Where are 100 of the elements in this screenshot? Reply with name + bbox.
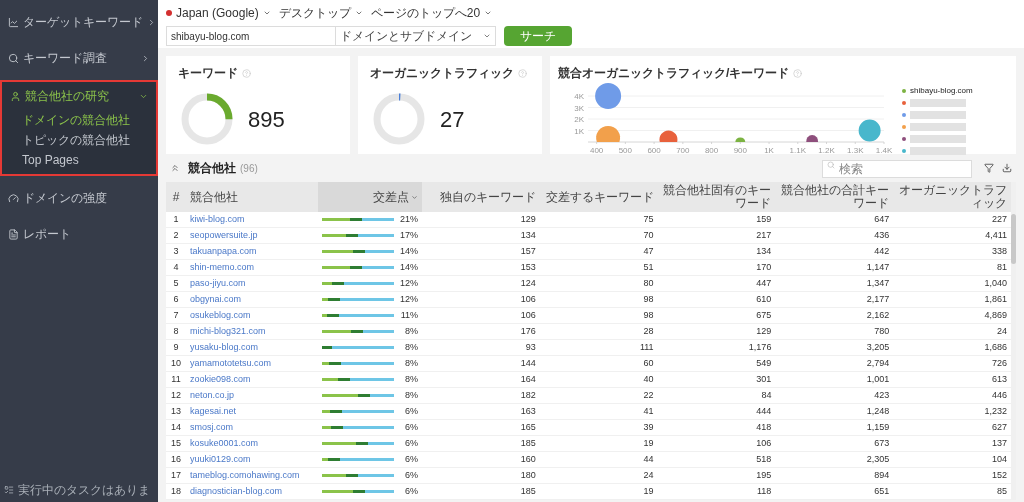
domain-link[interactable]: zookie098.com	[186, 372, 318, 387]
dropdown[interactable]: デスクトップ	[278, 4, 363, 22]
download-icon[interactable]	[1002, 163, 1012, 173]
sidebar-subitem[interactable]: ドメインの競合他社	[2, 110, 156, 130]
domain-link[interactable]: kiwi-blog.com	[186, 212, 318, 227]
search-field[interactable]: 検索	[822, 160, 972, 178]
overlap-bar	[322, 234, 394, 237]
overlap-percent: 6%	[405, 404, 418, 418]
blurred-label	[910, 146, 966, 155]
column-header[interactable]: 交差するキーワード	[539, 182, 658, 212]
table-cell-text: 93	[524, 340, 537, 354]
domain-link[interactable]: michi-blog321.com	[186, 324, 318, 339]
axis-label: 3K	[574, 103, 584, 113]
card-title: 競合オーガニックトラフィック/キーワード	[558, 65, 790, 82]
domain-link[interactable]: yusaku-blog.com	[186, 340, 318, 355]
sidebar-subitem[interactable]: Top Pages	[2, 150, 156, 170]
overlap-bar	[322, 362, 394, 365]
table-cell-text: 152	[990, 468, 1008, 482]
overlap-bar	[322, 250, 394, 253]
dropdown[interactable]: Japan (Google)	[166, 4, 271, 22]
caret-icon	[484, 9, 493, 17]
help-icon	[793, 68, 803, 78]
table-cell-text: 647	[873, 212, 891, 226]
domain-link[interactable]: neton.co.jp	[186, 388, 318, 403]
axis-label: 500	[618, 146, 633, 155]
column-header[interactable]: 競合他社の合計キーワード	[775, 182, 894, 212]
table-cell-text: 51	[642, 260, 655, 274]
overlap-bar	[322, 394, 394, 397]
domain-link[interactable]: takuanpapa.com	[186, 244, 318, 259]
overlap-percent: 12%	[400, 276, 418, 290]
domain-link[interactable]: kagesai.net	[186, 404, 318, 419]
legend-label: shibayu-blog.com	[910, 84, 973, 97]
row-number: 6	[172, 292, 180, 306]
table-cell-text: 41	[642, 404, 655, 418]
column-header[interactable]: オーガニックトラフィック	[893, 182, 1011, 212]
table-cell-text: 129	[519, 212, 537, 226]
domain-link[interactable]: smosj.com	[186, 420, 318, 435]
table-cell-text: 129	[755, 324, 773, 338]
row-number: 4	[172, 260, 180, 274]
row-number: 3	[172, 244, 180, 258]
axis-label: 1.3K	[847, 146, 864, 155]
collapse-icon[interactable]	[170, 163, 180, 173]
user-icon	[10, 90, 21, 102]
domain-link[interactable]: obgynai.com	[186, 292, 318, 307]
column-header[interactable]: 独自のキーワード	[422, 182, 540, 212]
sidebar-item[interactable]: ドメインの強度	[0, 184, 158, 212]
table-cell-text: 180	[519, 468, 537, 482]
table-cell-text: 75	[642, 212, 655, 226]
domain-link[interactable]: paso-jiyu.com	[186, 276, 318, 291]
sidebar-item[interactable]: キーワード調査	[0, 44, 158, 72]
domain-link[interactable]: osukeblog.com	[186, 308, 318, 323]
table-cell-text: 1,176	[747, 340, 773, 354]
column-header[interactable]: 競合他社	[186, 182, 318, 212]
table-cell-text: 1,001	[865, 372, 891, 386]
row-number: 18	[170, 484, 182, 498]
axis-label: 1K	[764, 146, 774, 155]
table-cell-text: 1,040	[983, 276, 1008, 290]
table-cell-text: 159	[755, 212, 773, 226]
table-cell-text: 217	[755, 228, 773, 242]
domain-link[interactable]: diagnostician-blog.com	[186, 484, 318, 499]
table-cell-text: 613	[990, 372, 1008, 386]
sidebar-item[interactable]: ターゲットキーワード	[0, 8, 158, 36]
table-cell-text: 163	[519, 404, 537, 418]
sidebar-subitem[interactable]: トピックの競合他社	[2, 130, 156, 150]
table-cell-text: 24	[642, 468, 655, 482]
row-number: 2	[172, 228, 180, 242]
column-header[interactable]: 交差点	[318, 182, 422, 212]
table-cell-text: 444	[755, 404, 773, 418]
row-number: 7	[172, 308, 180, 322]
domain-link[interactable]: shin-memo.com	[186, 260, 318, 275]
column-header[interactable]: #	[166, 182, 186, 212]
sidebar-item[interactable]: レポート	[0, 220, 158, 248]
table-cell-text: 185	[519, 484, 537, 498]
help-icon	[242, 68, 251, 78]
domain-link[interactable]: tameblog.comohawing.com	[186, 468, 318, 483]
table-cell-text: 60	[642, 356, 655, 370]
table-cell-text: 1,686	[983, 340, 1008, 354]
table-cell-text: 446	[990, 388, 1008, 402]
filter-icon[interactable]	[984, 163, 994, 173]
overlap-percent: 6%	[405, 436, 418, 450]
domain-link[interactable]: kosuke0001.com	[186, 436, 318, 451]
column-header[interactable]: 競合他社固有のキーワード	[657, 182, 776, 212]
axis-label: 1.1K	[789, 146, 806, 155]
axis-label: 900	[733, 146, 747, 155]
overlap-bar	[322, 426, 394, 429]
domain-link[interactable]: yuuki0129.com	[186, 452, 318, 467]
dropdown[interactable]: ページのトップへ20	[370, 4, 493, 22]
domain-link[interactable]: seopowersuite.jp	[186, 228, 318, 243]
bubble	[735, 137, 746, 142]
domain-link[interactable]: yamamototetsu.com	[186, 356, 318, 371]
sidebar-item[interactable]: 競合他社の研究	[2, 82, 156, 110]
table-cell-text: 28	[642, 324, 655, 338]
blurred-label	[910, 98, 966, 107]
axis-label: 2K	[574, 115, 584, 124]
task-status: 実行中のタスクはありま	[18, 482, 150, 499]
domain-field[interactable]: shibayu-blog.com	[166, 26, 336, 46]
table-cell-text: 780	[873, 324, 891, 338]
overlap-bar	[322, 442, 394, 445]
scope-dropdown[interactable]: ドメインとサブドメイン	[336, 26, 496, 46]
overlap-bar	[322, 458, 394, 461]
